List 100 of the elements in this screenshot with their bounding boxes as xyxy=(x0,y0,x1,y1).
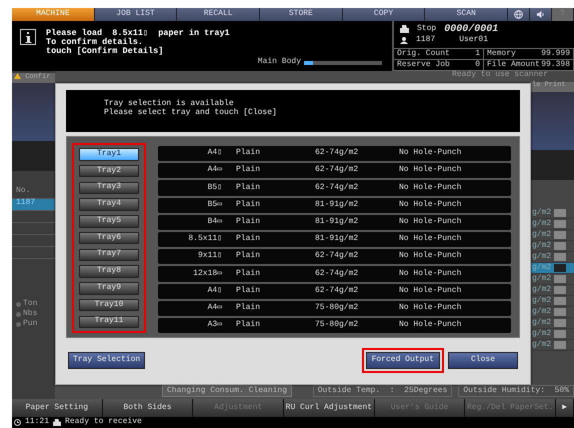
temperature-text: Outside Temp. : 25Degrees xyxy=(312,385,452,397)
tab[interactable]: STORE xyxy=(260,8,343,21)
tab[interactable]: MACHINE xyxy=(12,8,95,21)
user-id: 1187 xyxy=(416,36,436,46)
paper-size: B4▭ xyxy=(206,218,223,227)
printer-icon xyxy=(400,25,409,34)
weight-text: g/m2 xyxy=(532,274,552,284)
counter-label: Memory xyxy=(487,50,516,58)
paper-type: Plain xyxy=(236,270,262,278)
tray-button[interactable]: Tray7 xyxy=(79,248,139,262)
paper-weight: 75-80g/m2 xyxy=(315,321,360,330)
punch-setting: No Hole-Punch xyxy=(399,286,462,296)
job-row[interactable]: 1187 xyxy=(12,199,55,211)
paper-weight: 62-74g/m2 xyxy=(315,149,360,158)
paper-size: 9x11▯ xyxy=(196,252,223,262)
clock-icon xyxy=(14,419,21,426)
user-name: User01 xyxy=(459,36,488,46)
tray-button[interactable]: Tray2 xyxy=(79,164,139,178)
tray-button[interactable]: Tray4 xyxy=(79,198,139,211)
weight-text: g/m2 xyxy=(532,208,552,218)
weight-text: g/m2 xyxy=(532,286,552,294)
tab[interactable]: JOB LIST xyxy=(94,8,178,21)
paper-swatch-icon xyxy=(554,231,566,239)
status-text: Ready to receive xyxy=(65,418,142,427)
tray-button[interactable]: Tray10 xyxy=(79,298,139,312)
tab[interactable] xyxy=(530,8,552,21)
punch-setting: No Hole-Punch xyxy=(399,166,462,176)
tray-button[interactable]: Tray1 xyxy=(79,148,139,161)
paper-weight: 81-91g/m2 xyxy=(315,218,360,227)
tray-button[interactable]: Tray3 xyxy=(79,182,139,194)
tray-button[interactable]: Tray11 xyxy=(79,316,139,328)
message-text: Please load 8.5x11▯ paper in tray1 To confirm details. touch [Confirm Details] xyxy=(46,29,230,58)
punch-setting: No Hole-Punch xyxy=(399,149,462,158)
weight-text: g/m2 xyxy=(532,340,552,350)
dialog-button[interactable]: Tray Selection xyxy=(68,352,146,369)
tab[interactable] xyxy=(508,8,530,21)
punch-setting: No Hole-Punch xyxy=(399,270,462,278)
paper-weight: 62-74g/m2 xyxy=(315,166,360,176)
tab[interactable]: Both Sides xyxy=(102,399,194,417)
tray-button[interactable]: Tray9 xyxy=(79,282,139,295)
printer-icon xyxy=(53,419,62,426)
weight-text: g/m2 xyxy=(532,330,552,338)
paper-swatch-icon xyxy=(554,297,566,305)
paper-swatch-icon xyxy=(554,308,566,316)
dialog-button[interactable]: Forced Output xyxy=(362,348,444,373)
paper-weight: 62-74g/m2 xyxy=(315,252,360,262)
tab[interactable]: COPY xyxy=(342,8,426,21)
tab[interactable]: ▶ xyxy=(556,399,574,417)
option-label: Pun xyxy=(23,320,38,328)
tab[interactable]: RECALL xyxy=(177,8,260,21)
paper-type: Plain xyxy=(236,321,262,330)
speaker-icon xyxy=(536,10,546,19)
tray-button[interactable]: Tray6 xyxy=(79,232,139,244)
paper-weight: 81-91g/m2 xyxy=(315,235,360,244)
paper-size: B5▭ xyxy=(206,200,223,210)
paper-swatch-icon xyxy=(554,253,566,261)
counter-label: Reserve Job xyxy=(397,60,450,70)
paper-swatch-icon xyxy=(554,264,566,272)
paper-type: Plain xyxy=(236,235,262,244)
paper-type: Plain xyxy=(236,304,262,313)
paper-swatch-icon xyxy=(554,242,566,250)
paper-type: Plain xyxy=(236,184,262,192)
job-state: Stop xyxy=(417,24,436,34)
paper-type: Plain xyxy=(236,218,262,227)
paper-weight: 81-91g/m2 xyxy=(315,200,360,210)
tab[interactable]: Paper Setting xyxy=(12,399,103,417)
paper-weight: 62-74g/m2 xyxy=(315,270,360,278)
dialog-button[interactable]: Close xyxy=(448,352,518,369)
weight-text: g/m2 xyxy=(532,318,552,328)
counter-label: File Amount xyxy=(487,60,540,70)
paper-type: Plain xyxy=(236,200,262,210)
job-counter: 0000/0001 xyxy=(444,24,498,35)
dialog-message: Tray selection is available Please select tray and touch [Close] xyxy=(66,90,520,132)
counter-value: 99.398 xyxy=(541,60,570,70)
paper-weight: 62-74g/m2 xyxy=(315,286,360,296)
paper-swatch-icon xyxy=(554,286,566,294)
option-label: Ton xyxy=(23,300,38,308)
humidity-text: Outside Humidity: 50% xyxy=(458,385,574,397)
tray-button[interactable]: Tray8 xyxy=(79,265,139,278)
maintenance-button[interactable]: Changing Consum. Cleaning xyxy=(162,385,292,397)
paper-size: A4▯ xyxy=(206,286,223,296)
paper-swatch-icon xyxy=(554,341,566,349)
paper-type: Plain xyxy=(236,252,262,262)
punch-setting: No Hole-Punch xyxy=(399,252,462,262)
counter-value: 1 xyxy=(475,50,480,58)
punch-setting: No Hole-Punch xyxy=(399,321,462,330)
paper-size: 8.5x11▯ xyxy=(187,235,223,244)
paper-swatch-icon xyxy=(554,209,566,217)
counter-label: Orig. Count xyxy=(397,50,450,58)
info-icon xyxy=(20,29,36,45)
paper-size: A4▭ xyxy=(206,166,223,176)
globe-icon xyxy=(514,10,524,19)
tab[interactable]: RU Curl Adjustment xyxy=(284,399,375,417)
counter-value: 0 xyxy=(475,60,480,70)
column-header: No. xyxy=(16,186,30,195)
tab[interactable]: SCAN xyxy=(425,8,508,21)
paper-weight: 75-80g/m2 xyxy=(315,304,360,313)
tray-button[interactable]: Tray5 xyxy=(79,215,139,228)
weight-text: g/m2 xyxy=(532,308,552,316)
weight-text: g/m2 xyxy=(532,242,552,250)
